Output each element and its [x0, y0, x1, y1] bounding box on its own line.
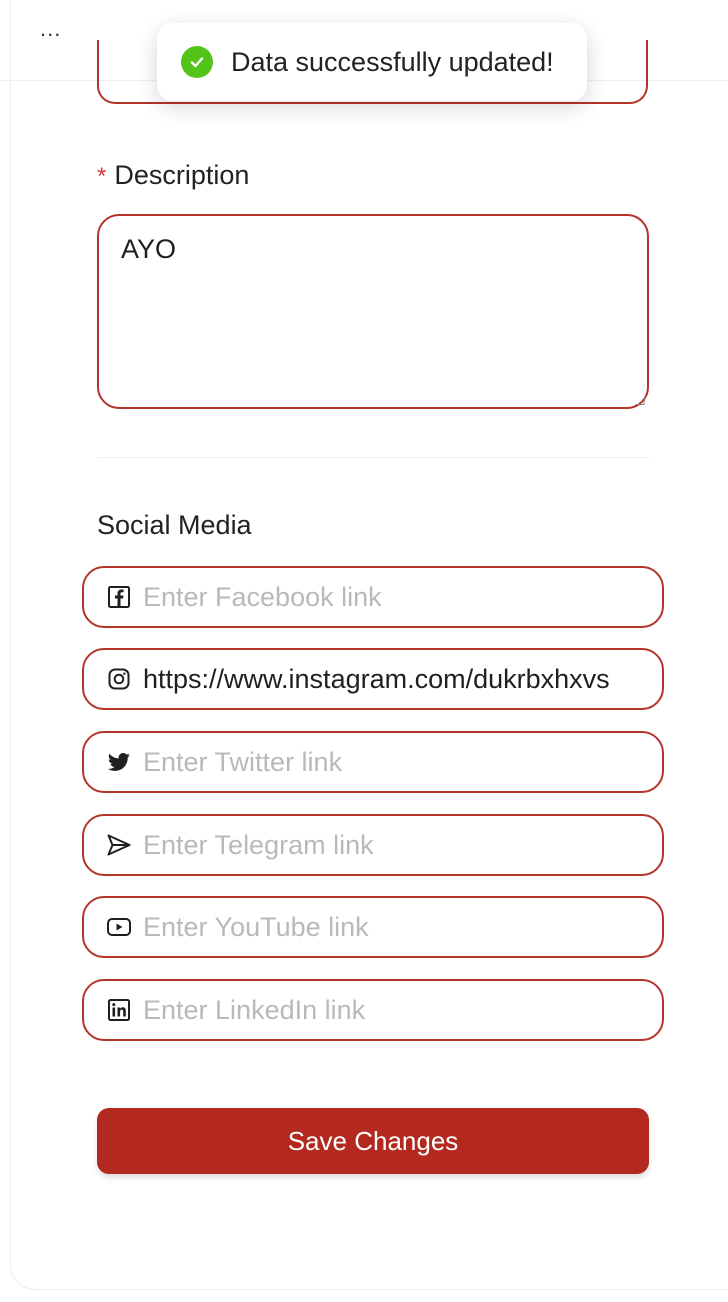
form-card: [10, 0, 728, 1290]
description-textarea[interactable]: AYO: [97, 214, 649, 409]
social-media-title: Social Media: [97, 510, 252, 540]
youtube-input[interactable]: Enter YouTube link: [82, 896, 664, 958]
description-label: * Description: [97, 160, 249, 191]
required-mark: *: [97, 163, 107, 190]
save-changes-button[interactable]: Save Changes: [97, 1108, 649, 1174]
instagram-icon: [106, 666, 132, 692]
check-circle-icon: [181, 46, 213, 78]
resize-handle[interactable]: [635, 396, 646, 405]
telegram-placeholder: Enter Telegram link: [143, 829, 374, 860]
twitter-icon: [106, 749, 132, 775]
facebook-icon: [106, 584, 132, 610]
toast-message: Data successfully updated!: [231, 46, 554, 77]
section-divider: [97, 457, 649, 458]
linkedin-icon: [106, 997, 132, 1023]
youtube-icon: [106, 914, 132, 940]
instagram-input[interactable]: https://www.instagram.com/dukrbxhxvs: [82, 648, 664, 710]
more-options-button[interactable]: ...: [40, 18, 72, 50]
telegram-icon: [106, 832, 132, 858]
linkedin-input[interactable]: Enter LinkedIn link: [82, 979, 664, 1041]
facebook-input[interactable]: Enter Facebook link: [82, 566, 664, 628]
twitter-input[interactable]: Enter Twitter link: [82, 731, 664, 793]
youtube-placeholder: Enter YouTube link: [143, 911, 369, 942]
instagram-value: https://www.instagram.com/dukrbxhxvs: [143, 663, 610, 694]
edit-profile-page: ... Data successfully updated! * Descript…: [0, 0, 728, 1302]
linkedin-placeholder: Enter LinkedIn link: [143, 994, 366, 1025]
telegram-input[interactable]: Enter Telegram link: [82, 814, 664, 876]
description-label-text: Description: [114, 160, 250, 190]
description-value: AYO: [121, 234, 177, 264]
facebook-placeholder: Enter Facebook link: [143, 581, 382, 612]
twitter-placeholder: Enter Twitter link: [143, 746, 343, 777]
success-toast: Data successfully updated!: [157, 23, 587, 101]
